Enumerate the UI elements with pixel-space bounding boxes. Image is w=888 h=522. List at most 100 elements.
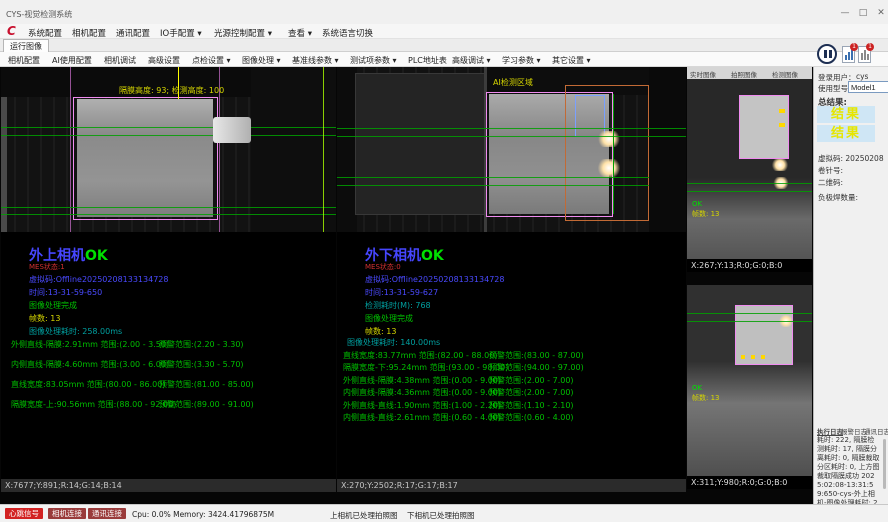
pixel-coords-readout: X:7677;Y:891;R:14;G:14;B:14 [1, 479, 336, 492]
tool-advanced-settings[interactable]: 高级设置 [148, 55, 180, 66]
guide-line-bright [323, 67, 324, 232]
pause-button[interactable] [817, 44, 837, 64]
right-info-panel: 登录用户： cys 使用型号： 总结果: 结果 结果 虚拟码: 20250208… [813, 67, 888, 504]
view-tab-live[interactable]: 实时图像 [690, 69, 716, 79]
pause-icon [829, 50, 832, 58]
menu-system-config[interactable]: 系统配置 [28, 27, 62, 39]
process-elapsed: 图像处理耗时: 140.00ms [347, 339, 440, 347]
tool-camera-debug[interactable]: 相机调试 [104, 55, 136, 66]
tool-learning-params[interactable]: 学习参数 ▾ [502, 55, 541, 66]
gripper-part [213, 117, 251, 143]
close-button[interactable]: ✕ [874, 8, 888, 18]
tool-plc-table[interactable]: PLC地址表 [408, 55, 447, 66]
notification-badge: 1 [850, 43, 858, 51]
virtual-code: 虚拟码:Offline20250208133134728 [29, 276, 168, 284]
tool-advanced-debug[interactable]: 高级调试 ▾ [452, 55, 491, 66]
maximize-button[interactable]: □ [856, 8, 870, 18]
measure-value: 直线宽度:83.05mm 范围:(80.00 - 86.00) [11, 380, 165, 389]
mes-status: MES状态:1 [29, 264, 65, 271]
measure-value: 外侧直线-隔膜:4.38mm 范围:(0.00 - 9.00) [343, 376, 501, 385]
weld-count-label: 负极焊数量: [818, 192, 858, 203]
cpu-memory-readout: Cpu: 0.0% Memory: 3424.41796875M [132, 510, 274, 519]
menu-io-config[interactable]: IO手配置 ▾ [160, 27, 202, 39]
measure-value: 外侧直线-直线:1.90mm 范围:(1.00 - 2.20) [343, 401, 501, 410]
tab-run-image[interactable]: 运行图像 [3, 39, 49, 52]
measure-line-green [337, 128, 686, 129]
frame-count: 帧数: 13 [365, 328, 396, 336]
view-tab-capture[interactable]: 拍照图像 [731, 69, 757, 79]
tool-camera-config[interactable]: 相机配置 [8, 55, 40, 66]
model-input[interactable] [848, 81, 888, 93]
menu-light-config[interactable]: 光源控制配置 ▾ [214, 27, 272, 39]
minimize-button[interactable]: — [838, 8, 852, 18]
capture-time: 时间:13-31-59-650 [29, 289, 102, 297]
measure-line-green [337, 136, 686, 137]
measure-line-green [687, 313, 812, 314]
camera-title: 外下相机OK [365, 249, 444, 263]
measurement-row: 外侧直线-隔膜:2.91mm 范围:(2.00 - 3.50) [11, 339, 169, 350]
tool-ai-config[interactable]: AI使用配置 [52, 55, 92, 66]
bar-chart-icon [867, 54, 869, 60]
measurement-row: 直线宽度:83.05mm 范围:(80.00 - 86.00) [11, 379, 165, 390]
menu-comm-config[interactable]: 通讯配置 [116, 27, 150, 39]
mes-status: MES状态:0 [365, 264, 401, 271]
marker-yellow [741, 355, 745, 359]
measurement-row: 内侧直线-直线:2.61mm 范围:(0.60 - 4.00) [343, 412, 501, 423]
notification-badge: 1 [866, 43, 874, 51]
measurement-row: 隔膜宽度-上:90.56mm 范围:(88.00 - 92.00) [11, 399, 176, 410]
menu-language-switch[interactable]: 系统语言切换 [322, 27, 373, 39]
titlebar: CYS-视觉检测系统 — □ ✕ [0, 0, 888, 24]
warn-range: 预警范围:(1.10 - 2.10) [489, 400, 574, 411]
tool-spot-check[interactable]: 点检设置 ▾ [192, 55, 231, 66]
photo-state-readout: 上相机已处理拍照图 下相机已处理拍照图 [330, 510, 475, 521]
camera-view-upper-outer[interactable]: 隔膜高度: 93; 检测高度: 100 [1, 67, 336, 232]
log-tab-execute[interactable]: 执行日志 [817, 426, 843, 436]
measure-line-green [337, 185, 649, 186]
log-tab-comm[interactable]: 通讯日志 [864, 426, 888, 436]
frame-count: 帧数: 13 [29, 315, 60, 323]
measure-value: 内侧直线-直线:2.61mm 范围:(0.60 - 4.00) [343, 413, 501, 422]
machine-slab [355, 73, 487, 215]
result-ok: OK [85, 248, 108, 264]
measurement-row: 内侧直线-隔膜:4.36mm 范围:(0.00 - 9.00) [343, 387, 501, 398]
log-scrollbar[interactable] [883, 439, 886, 489]
warn-range: 预警范围:(94.00 - 97.00) [489, 362, 584, 373]
small-camera-view-top[interactable]: OK 帧数: 13 [687, 79, 812, 259]
tool-other-settings[interactable]: 其它设置 ▾ [552, 55, 591, 66]
view-tab-result[interactable]: 检测图像 [772, 69, 798, 79]
tool-image-process[interactable]: 图像处理 ▾ [242, 55, 281, 66]
result-ok: OK [692, 201, 702, 208]
camera-view-lower-outer[interactable]: AI检测区域 [337, 67, 686, 232]
camera-name: 外上相机 [29, 248, 85, 264]
app-window: CYS-视觉检测系统 — □ ✕ C 系统配置 相机配置 通讯配置 IO手配置 … [0, 0, 888, 522]
menu-camera-config[interactable]: 相机配置 [72, 27, 106, 39]
warn-range: 预警范围:(2.00 - 7.00) [489, 375, 574, 386]
weld-glow [597, 159, 621, 177]
warn-range: 预警范围:(81.00 - 85.00) [159, 379, 254, 390]
result-block-lower: 结果 [817, 125, 875, 142]
bar-chart-icon [845, 55, 847, 60]
marker-yellow [761, 355, 765, 359]
pixel-coords-readout: X:311;Y:980;R:0;G:0;B:0 [687, 476, 812, 489]
small-camera-panel-top: OK 帧数: 13 X:267;Y:13;R:0;G:0;B:0 [687, 79, 812, 272]
measurement-row: 外侧直线-直线:1.90mm 范围:(1.00 - 2.20) [343, 400, 501, 411]
login-user-value: cys [856, 72, 868, 81]
frame-count: 帧数: 13 [692, 211, 720, 218]
tool-test-params[interactable]: 测试项参数 ▾ [350, 55, 397, 66]
measure-line-green [687, 191, 812, 192]
machine-left [337, 67, 357, 232]
measurement-row: 外侧直线-隔膜:4.38mm 范围:(0.00 - 9.00) [343, 375, 501, 386]
device-status-button[interactable]: 1 [858, 46, 871, 63]
small-camera-view-bottom[interactable]: OK 帧数: 13 [687, 285, 812, 476]
menu-view[interactable]: 查看 ▾ [288, 27, 312, 39]
menubar: C 系统配置 相机配置 通讯配置 IO手配置 ▾ 光源控制配置 ▾ 查看 ▾ 系… [0, 24, 888, 39]
signal-status-button[interactable]: 1 [842, 46, 855, 63]
ai-region-label: AI检测区域 [493, 79, 533, 87]
pixel-coords-readout: X:270;Y:2502;R:17;G:17;B:17 [337, 479, 686, 492]
pause-icon [824, 50, 827, 58]
qr-code-label: 二维码: [818, 177, 843, 188]
measure-line-green [1, 127, 336, 128]
warn-range: 预警范围:(89.00 - 91.00) [159, 399, 254, 410]
tool-baseline-params[interactable]: 基准线参数 ▾ [292, 55, 339, 66]
process-elapsed: 图像处理耗时: 258.00ms [29, 328, 122, 336]
